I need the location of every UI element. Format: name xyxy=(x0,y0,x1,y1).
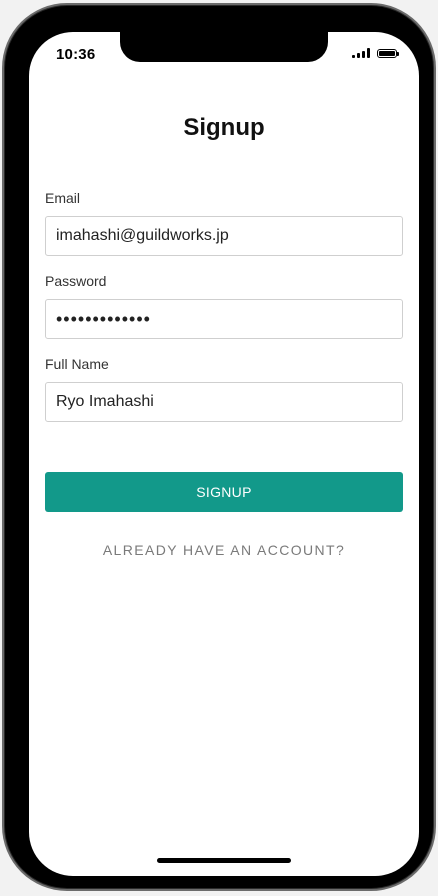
status-icons xyxy=(352,48,399,58)
signup-button[interactable]: SIGNUP xyxy=(45,472,403,512)
cellular-signal-icon xyxy=(352,48,370,58)
battery-level-fill xyxy=(379,50,395,56)
full-name-field[interactable]: Ryo Imahashi xyxy=(45,382,403,422)
password-field[interactable]: ••••••••••••• xyxy=(45,299,403,339)
already-have-account-link[interactable]: ALREADY HAVE AN ACCOUNT? xyxy=(29,542,419,558)
phone-screen: 10:36 Signup Email imahashi@guildworks.j… xyxy=(29,32,419,876)
full-name-label: Full Name xyxy=(45,356,109,372)
phone-frame: 10:36 Signup Email imahashi@guildworks.j… xyxy=(5,6,433,888)
email-label: Email xyxy=(45,190,81,206)
home-indicator[interactable] xyxy=(157,858,291,863)
email-field[interactable]: imahashi@guildworks.jp xyxy=(45,216,403,256)
password-label: Password xyxy=(45,273,107,289)
device-notch xyxy=(120,32,328,62)
battery-icon xyxy=(377,48,399,58)
status-time: 10:36 xyxy=(56,46,96,63)
page-title: Signup xyxy=(183,114,265,141)
